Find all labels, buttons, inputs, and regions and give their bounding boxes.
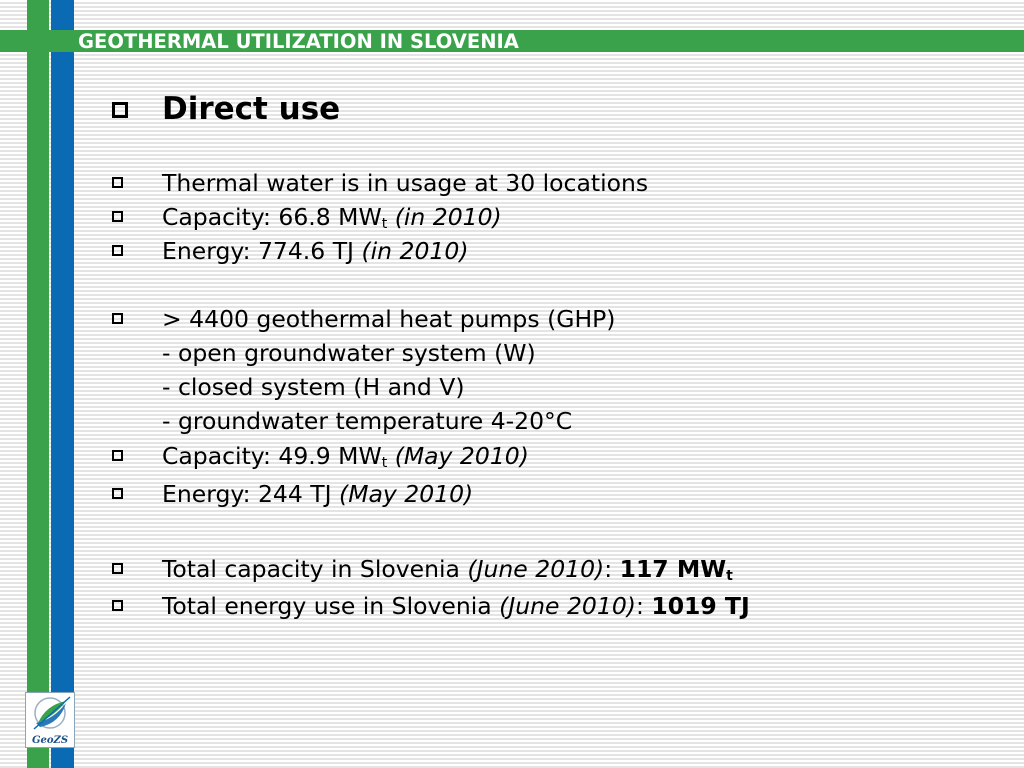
item-text: Capacity: 66.8 MW <box>162 203 382 231</box>
list-subitem: - closed system (H and V) <box>162 373 465 401</box>
item-note: (May 2010) <box>339 480 474 508</box>
item-note: (in 2010) <box>361 237 469 265</box>
bullet-icon <box>112 450 123 461</box>
list-item: Thermal water is in usage at 30 location… <box>162 169 649 197</box>
item-text: Total energy use in Slovenia <box>162 592 500 620</box>
item-text: Capacity: 49.9 MW <box>162 442 382 470</box>
list-item: Energy: 244 TJ (May 2010) <box>162 480 473 508</box>
bullet-icon <box>112 563 123 574</box>
list-item: Total energy use in Slovenia (June 2010)… <box>162 592 750 620</box>
list-item: > 4400 geothermal heat pumps (GHP) <box>162 305 616 333</box>
bullet-icon <box>112 313 123 324</box>
bullet-icon <box>112 177 123 188</box>
section-heading: Direct use <box>162 91 341 127</box>
item-value: 1019 TJ <box>651 592 750 620</box>
bullet-icon <box>112 488 123 499</box>
item-note: (May 2010) <box>387 442 529 470</box>
item-subscript: t <box>726 568 733 584</box>
item-note: (June 2010) <box>499 592 636 620</box>
item-note: (in 2010) <box>387 203 502 231</box>
item-separator: : <box>635 592 652 620</box>
list-item: Capacity: 66.8 MWt (in 2010) <box>162 203 502 231</box>
heading-bullet-icon <box>112 102 128 118</box>
list-subitem: - open groundwater system (W) <box>162 339 536 367</box>
item-separator: : <box>604 555 620 583</box>
list-item: Energy: 774.6 TJ (in 2010) <box>162 237 469 265</box>
list-item: Capacity: 49.9 MWt (May 2010) <box>162 442 529 470</box>
list-item: Total capacity in Slovenia (June 2010): … <box>162 555 733 583</box>
bullet-icon <box>112 211 123 222</box>
item-note: (June 2010) <box>467 555 605 583</box>
bullet-icon <box>112 600 123 611</box>
item-text: Total capacity in Slovenia <box>162 555 468 583</box>
list-subitem: - groundwater temperature 4-20°C <box>162 407 573 435</box>
item-text: Energy: 774.6 TJ <box>162 237 362 265</box>
item-value: 117 MW <box>619 555 727 583</box>
slide-content: Direct use Thermal water is in usage at … <box>0 0 1024 768</box>
item-text: Energy: 244 TJ <box>162 480 340 508</box>
bullet-icon <box>112 245 123 256</box>
